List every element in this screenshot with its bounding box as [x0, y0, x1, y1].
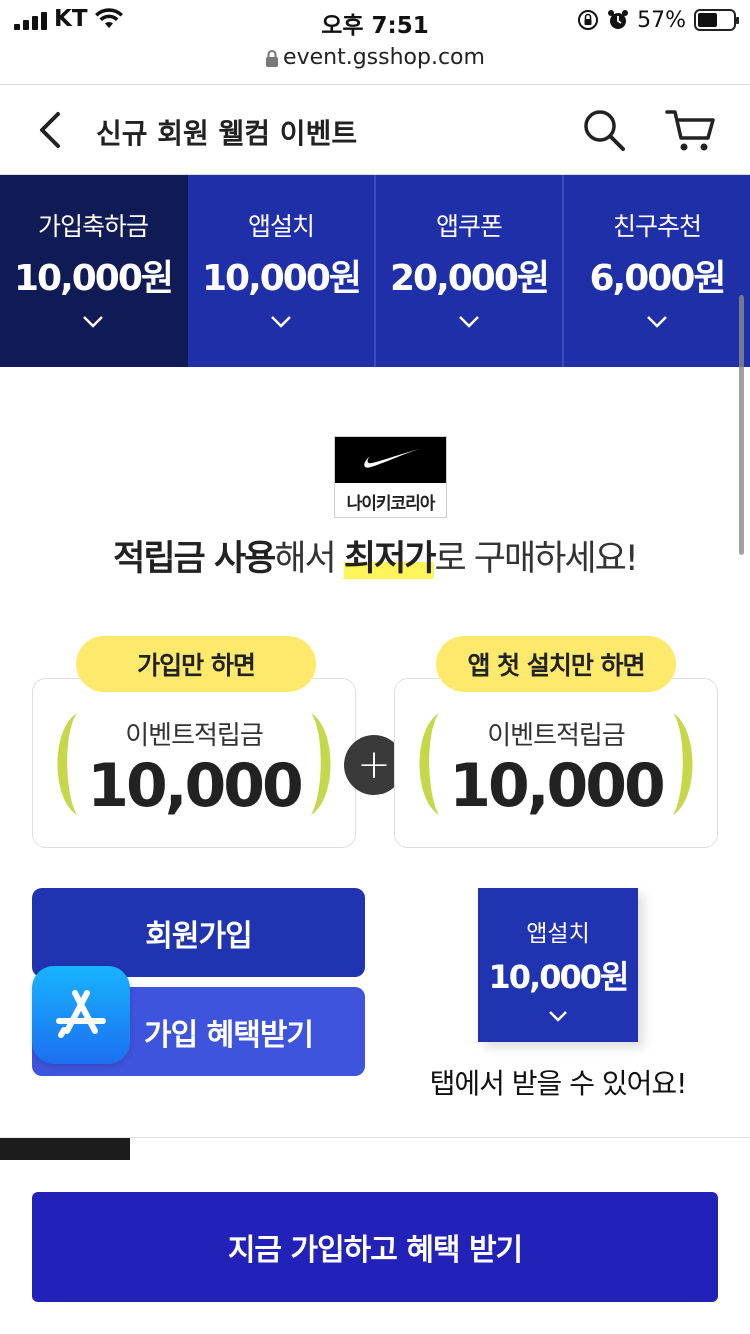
- chevron-down-icon: [271, 316, 291, 328]
- swoosh-logo: [363, 449, 419, 468]
- reward-card-app: 이벤트적립금 10,000: [394, 678, 718, 848]
- tab-label: 가입축하금: [37, 212, 149, 241]
- app-install-tab-card[interactable]: 앱설치 10,000원: [478, 888, 638, 1042]
- rotation-lock-icon: [578, 10, 599, 30]
- app-store-icon[interactable]: [32, 966, 130, 1064]
- app-store-glyph-icon: [56, 990, 106, 1038]
- search-button[interactable]: [580, 106, 628, 154]
- browser-divider: [0, 84, 750, 85]
- join-now-cta-button[interactable]: 지금 가입하고 혜택 받기: [32, 1192, 718, 1302]
- tab-app-coupon[interactable]: 앱쿠폰 20,000원: [376, 175, 564, 367]
- tab-signup-bonus[interactable]: 가입축하금 10,000원: [0, 175, 188, 367]
- tab-amount: 6,000원: [589, 258, 727, 299]
- tab-friend-referral[interactable]: 친구추천 6,000원: [564, 175, 750, 367]
- chevron-down-icon: [647, 316, 667, 328]
- back-icon: [40, 112, 60, 148]
- battery-icon: [694, 9, 739, 31]
- tab-amount: 10,000원: [13, 258, 174, 299]
- reward-pill-signup: 가입만 하면: [76, 636, 316, 692]
- brand-logo: 나이키코리아: [334, 436, 447, 518]
- tab-note: 탭에서 받을 수 있어요!: [429, 1067, 688, 1100]
- status-bar: KT 오후 7:51 57%: [0, 0, 750, 42]
- lock-icon: [265, 49, 279, 67]
- join-button[interactable]: 회원가입: [32, 888, 365, 977]
- cart-button[interactable]: [664, 106, 716, 154]
- status-icons: 57%: [577, 6, 739, 34]
- app-install-amount: 10,000원: [488, 958, 630, 996]
- headline: 적립금 사용해서 최저가로 구매하세요!: [0, 530, 750, 581]
- battery-fill: [698, 13, 718, 27]
- tab-label: 앱설치: [247, 212, 315, 241]
- url-text[interactable]: event.gsshop.com: [283, 45, 485, 70]
- tab-label: 친구추천: [612, 212, 702, 241]
- paren-right-icon: [673, 713, 693, 815]
- reward-tabs: 가입축하금 10,000원 앱설치 10,000원 앱쿠폰 20,000원 친구…: [0, 175, 750, 367]
- reward-pill-app: 앱 첫 설치만 하면: [436, 636, 676, 692]
- page-title: 신규 회원 웰컴 이벤트: [96, 117, 358, 150]
- scroll-progress-bar: [0, 1138, 130, 1160]
- paren-right-icon: [311, 713, 331, 815]
- reward-card-signup: 이벤트적립금 10,000: [32, 678, 356, 848]
- tab-amount: 10,000원: [201, 258, 362, 299]
- tab-app-install[interactable]: 앱설치 10,000원: [188, 175, 376, 367]
- chevron-down-icon: [549, 1011, 567, 1022]
- url-bar[interactable]: event.gsshop.com: [0, 40, 750, 74]
- scrollbar[interactable]: [739, 295, 744, 555]
- headline-emphasis: 적립금 사용: [113, 539, 276, 579]
- app-install-label: 앱설치: [526, 921, 590, 947]
- alarm-icon: [608, 10, 629, 29]
- chevron-down-icon: [83, 316, 103, 328]
- headline-highlight: 최저가: [343, 539, 436, 579]
- tab-amount: 20,000원: [389, 258, 550, 299]
- chevron-down-icon: [459, 316, 479, 328]
- search-icon: [584, 110, 625, 151]
- tab-label: 앱쿠폰: [435, 212, 503, 241]
- headline-text: 해서: [274, 539, 344, 579]
- back-button[interactable]: [32, 108, 68, 152]
- page-header: 신규 회원 웰컴 이벤트: [0, 86, 750, 174]
- brand-logo-band: [335, 437, 446, 483]
- headline-text: 로 구매하세요!: [434, 539, 638, 579]
- brand-name: 나이키코리아: [346, 493, 436, 514]
- cart-icon: [665, 110, 715, 151]
- battery-percent: 57%: [637, 7, 686, 33]
